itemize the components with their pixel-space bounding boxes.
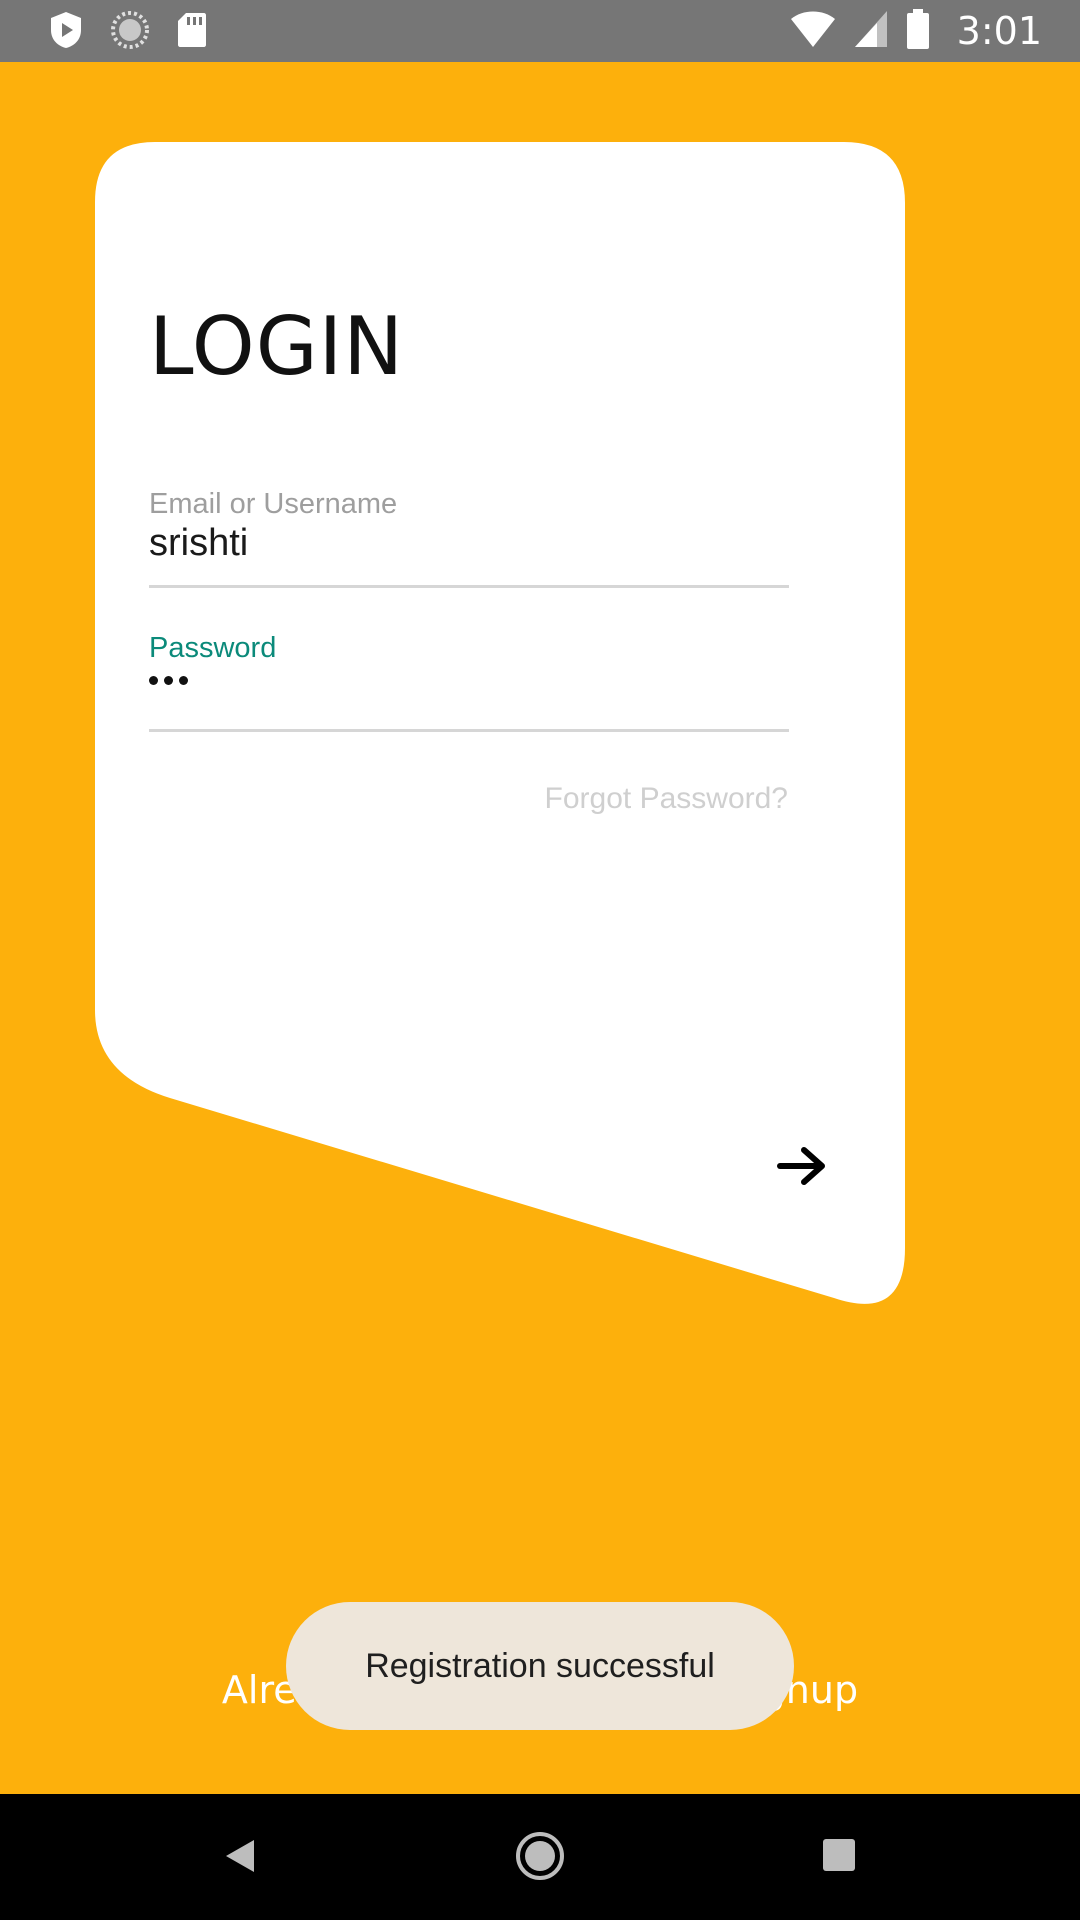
- password-label: Password: [149, 632, 277, 664]
- home-icon[interactable]: [514, 1830, 566, 1887]
- username-underline: [149, 585, 789, 588]
- arrow-right-icon: [777, 1147, 825, 1185]
- navigation-bar: [0, 1794, 1080, 1920]
- recents-icon[interactable]: [822, 1838, 856, 1877]
- password-underline: [149, 729, 789, 732]
- username-input[interactable]: srishti: [149, 522, 248, 565]
- forgot-password-link[interactable]: Forgot Password?: [545, 782, 788, 816]
- password-dot: [164, 676, 173, 685]
- back-icon[interactable]: [222, 1836, 258, 1881]
- password-input[interactable]: [149, 676, 188, 685]
- toast-message: Registration successful: [286, 1602, 794, 1730]
- page-title: LOGIN: [149, 300, 405, 393]
- username-label: Email or Username: [149, 488, 398, 520]
- password-dot: [149, 676, 158, 685]
- login-submit-button[interactable]: [772, 1136, 832, 1196]
- password-dot: [179, 676, 188, 685]
